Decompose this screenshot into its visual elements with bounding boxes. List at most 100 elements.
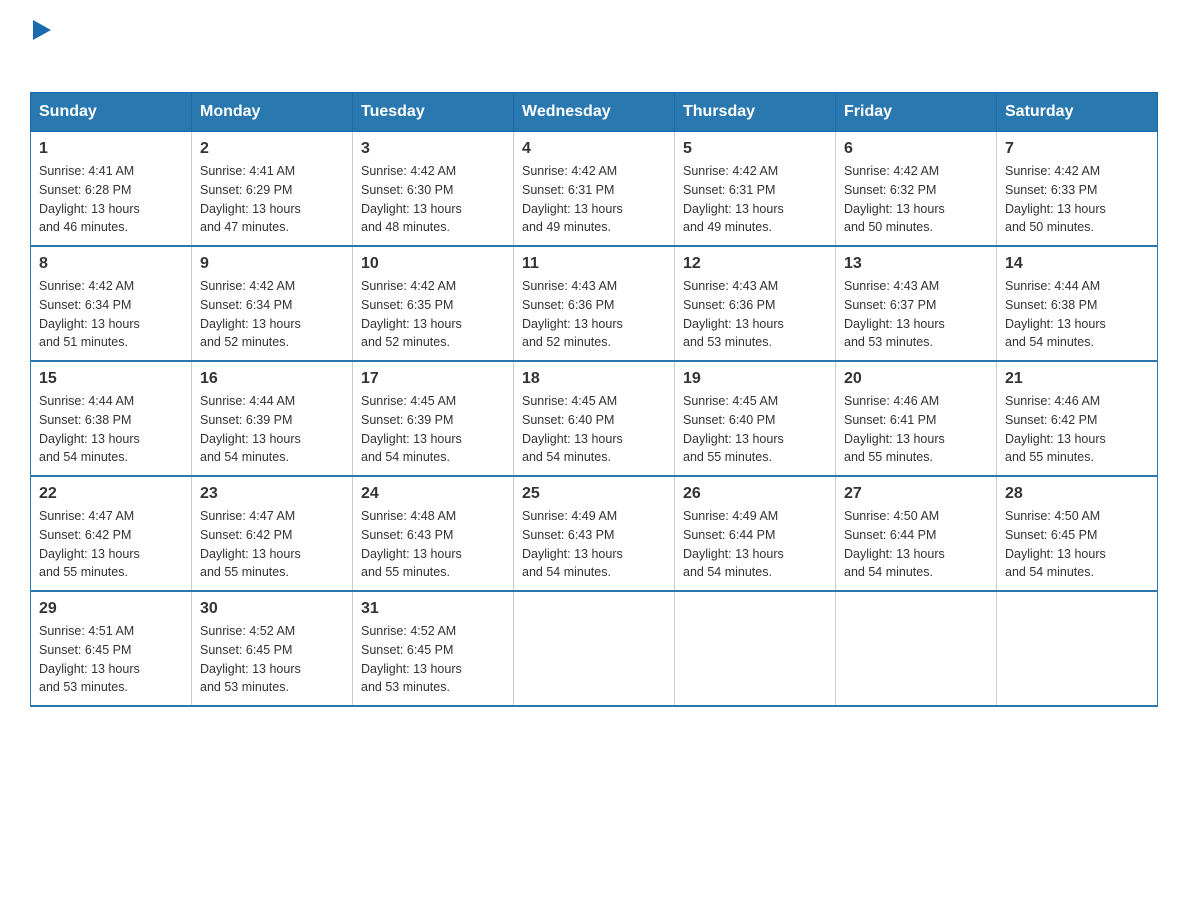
day-of-week-header: Tuesday (353, 93, 514, 132)
day-number: 5 (683, 140, 827, 158)
day-info: Sunrise: 4:51 AM Sunset: 6:45 PM Dayligh… (39, 622, 183, 697)
day-info: Sunrise: 4:47 AM Sunset: 6:42 PM Dayligh… (200, 507, 344, 582)
calendar-day-cell: 17 Sunrise: 4:45 AM Sunset: 6:39 PM Dayl… (353, 361, 514, 476)
calendar-week-row: 29 Sunrise: 4:51 AM Sunset: 6:45 PM Dayl… (31, 591, 1158, 706)
day-info: Sunrise: 4:50 AM Sunset: 6:44 PM Dayligh… (844, 507, 988, 582)
calendar-day-cell: 19 Sunrise: 4:45 AM Sunset: 6:40 PM Dayl… (675, 361, 836, 476)
day-number: 28 (1005, 485, 1149, 503)
calendar-day-cell: 7 Sunrise: 4:42 AM Sunset: 6:33 PM Dayli… (997, 132, 1158, 247)
calendar-day-cell: 15 Sunrise: 4:44 AM Sunset: 6:38 PM Dayl… (31, 361, 192, 476)
day-number: 17 (361, 370, 505, 388)
day-info: Sunrise: 4:42 AM Sunset: 6:32 PM Dayligh… (844, 162, 988, 237)
calendar-table: SundayMondayTuesdayWednesdayThursdayFrid… (30, 92, 1158, 707)
day-info: Sunrise: 4:42 AM Sunset: 6:34 PM Dayligh… (39, 277, 183, 352)
day-number: 6 (844, 140, 988, 158)
day-number: 2 (200, 140, 344, 158)
day-info: Sunrise: 4:44 AM Sunset: 6:38 PM Dayligh… (1005, 277, 1149, 352)
calendar-day-cell: 13 Sunrise: 4:43 AM Sunset: 6:37 PM Dayl… (836, 246, 997, 361)
logo (30, 20, 51, 72)
day-info: Sunrise: 4:50 AM Sunset: 6:45 PM Dayligh… (1005, 507, 1149, 582)
day-of-week-header: Monday (192, 93, 353, 132)
calendar-day-cell: 22 Sunrise: 4:47 AM Sunset: 6:42 PM Dayl… (31, 476, 192, 591)
day-info: Sunrise: 4:42 AM Sunset: 6:30 PM Dayligh… (361, 162, 505, 237)
calendar-week-row: 1 Sunrise: 4:41 AM Sunset: 6:28 PM Dayli… (31, 132, 1158, 247)
day-info: Sunrise: 4:52 AM Sunset: 6:45 PM Dayligh… (200, 622, 344, 697)
calendar-day-cell: 2 Sunrise: 4:41 AM Sunset: 6:29 PM Dayli… (192, 132, 353, 247)
day-info: Sunrise: 4:41 AM Sunset: 6:28 PM Dayligh… (39, 162, 183, 237)
calendar-day-cell: 27 Sunrise: 4:50 AM Sunset: 6:44 PM Dayl… (836, 476, 997, 591)
calendar-day-cell: 14 Sunrise: 4:44 AM Sunset: 6:38 PM Dayl… (997, 246, 1158, 361)
day-info: Sunrise: 4:45 AM Sunset: 6:40 PM Dayligh… (683, 392, 827, 467)
day-number: 16 (200, 370, 344, 388)
calendar-day-cell: 6 Sunrise: 4:42 AM Sunset: 6:32 PM Dayli… (836, 132, 997, 247)
day-number: 4 (522, 140, 666, 158)
calendar-day-cell: 21 Sunrise: 4:46 AM Sunset: 6:42 PM Dayl… (997, 361, 1158, 476)
calendar-day-cell: 18 Sunrise: 4:45 AM Sunset: 6:40 PM Dayl… (514, 361, 675, 476)
day-number: 9 (200, 255, 344, 273)
calendar-day-cell: 16 Sunrise: 4:44 AM Sunset: 6:39 PM Dayl… (192, 361, 353, 476)
day-info: Sunrise: 4:42 AM Sunset: 6:31 PM Dayligh… (683, 162, 827, 237)
day-number: 31 (361, 600, 505, 618)
day-info: Sunrise: 4:45 AM Sunset: 6:39 PM Dayligh… (361, 392, 505, 467)
day-number: 24 (361, 485, 505, 503)
day-info: Sunrise: 4:49 AM Sunset: 6:43 PM Dayligh… (522, 507, 666, 582)
calendar-day-cell (997, 591, 1158, 706)
calendar-day-cell (675, 591, 836, 706)
day-info: Sunrise: 4:52 AM Sunset: 6:45 PM Dayligh… (361, 622, 505, 697)
calendar-day-cell: 24 Sunrise: 4:48 AM Sunset: 6:43 PM Dayl… (353, 476, 514, 591)
day-info: Sunrise: 4:43 AM Sunset: 6:36 PM Dayligh… (522, 277, 666, 352)
day-info: Sunrise: 4:46 AM Sunset: 6:42 PM Dayligh… (1005, 392, 1149, 467)
day-number: 11 (522, 255, 666, 273)
calendar-day-cell (514, 591, 675, 706)
calendar-day-cell: 31 Sunrise: 4:52 AM Sunset: 6:45 PM Dayl… (353, 591, 514, 706)
calendar-day-cell: 29 Sunrise: 4:51 AM Sunset: 6:45 PM Dayl… (31, 591, 192, 706)
day-info: Sunrise: 4:41 AM Sunset: 6:29 PM Dayligh… (200, 162, 344, 237)
day-number: 30 (200, 600, 344, 618)
day-number: 1 (39, 140, 183, 158)
day-number: 20 (844, 370, 988, 388)
calendar-week-row: 8 Sunrise: 4:42 AM Sunset: 6:34 PM Dayli… (31, 246, 1158, 361)
calendar-day-cell: 4 Sunrise: 4:42 AM Sunset: 6:31 PM Dayli… (514, 132, 675, 247)
day-info: Sunrise: 4:42 AM Sunset: 6:35 PM Dayligh… (361, 277, 505, 352)
day-info: Sunrise: 4:49 AM Sunset: 6:44 PM Dayligh… (683, 507, 827, 582)
day-number: 8 (39, 255, 183, 273)
day-info: Sunrise: 4:48 AM Sunset: 6:43 PM Dayligh… (361, 507, 505, 582)
day-number: 27 (844, 485, 988, 503)
day-number: 15 (39, 370, 183, 388)
day-of-week-header: Wednesday (514, 93, 675, 132)
day-info: Sunrise: 4:47 AM Sunset: 6:42 PM Dayligh… (39, 507, 183, 582)
day-info: Sunrise: 4:42 AM Sunset: 6:31 PM Dayligh… (522, 162, 666, 237)
day-info: Sunrise: 4:44 AM Sunset: 6:38 PM Dayligh… (39, 392, 183, 467)
day-number: 25 (522, 485, 666, 503)
calendar-day-cell: 12 Sunrise: 4:43 AM Sunset: 6:36 PM Dayl… (675, 246, 836, 361)
calendar-day-cell: 26 Sunrise: 4:49 AM Sunset: 6:44 PM Dayl… (675, 476, 836, 591)
day-of-week-header: Sunday (31, 93, 192, 132)
day-number: 10 (361, 255, 505, 273)
calendar-week-row: 22 Sunrise: 4:47 AM Sunset: 6:42 PM Dayl… (31, 476, 1158, 591)
calendar-day-cell: 8 Sunrise: 4:42 AM Sunset: 6:34 PM Dayli… (31, 246, 192, 361)
day-number: 7 (1005, 140, 1149, 158)
calendar-day-cell: 25 Sunrise: 4:49 AM Sunset: 6:43 PM Dayl… (514, 476, 675, 591)
day-number: 13 (844, 255, 988, 273)
calendar-week-row: 15 Sunrise: 4:44 AM Sunset: 6:38 PM Dayl… (31, 361, 1158, 476)
day-info: Sunrise: 4:44 AM Sunset: 6:39 PM Dayligh… (200, 392, 344, 467)
day-number: 23 (200, 485, 344, 503)
day-info: Sunrise: 4:45 AM Sunset: 6:40 PM Dayligh… (522, 392, 666, 467)
calendar-day-cell: 1 Sunrise: 4:41 AM Sunset: 6:28 PM Dayli… (31, 132, 192, 247)
day-number: 19 (683, 370, 827, 388)
calendar-day-cell: 28 Sunrise: 4:50 AM Sunset: 6:45 PM Dayl… (997, 476, 1158, 591)
calendar-day-cell: 10 Sunrise: 4:42 AM Sunset: 6:35 PM Dayl… (353, 246, 514, 361)
day-number: 3 (361, 140, 505, 158)
calendar-day-cell: 3 Sunrise: 4:42 AM Sunset: 6:30 PM Dayli… (353, 132, 514, 247)
calendar-header-row: SundayMondayTuesdayWednesdayThursdayFrid… (31, 93, 1158, 132)
day-number: 12 (683, 255, 827, 273)
day-info: Sunrise: 4:43 AM Sunset: 6:36 PM Dayligh… (683, 277, 827, 352)
logo-arrow-icon (33, 20, 51, 40)
day-of-week-header: Saturday (997, 93, 1158, 132)
day-of-week-header: Thursday (675, 93, 836, 132)
day-number: 14 (1005, 255, 1149, 273)
calendar-day-cell: 11 Sunrise: 4:43 AM Sunset: 6:36 PM Dayl… (514, 246, 675, 361)
day-info: Sunrise: 4:42 AM Sunset: 6:33 PM Dayligh… (1005, 162, 1149, 237)
day-number: 22 (39, 485, 183, 503)
calendar-day-cell: 20 Sunrise: 4:46 AM Sunset: 6:41 PM Dayl… (836, 361, 997, 476)
